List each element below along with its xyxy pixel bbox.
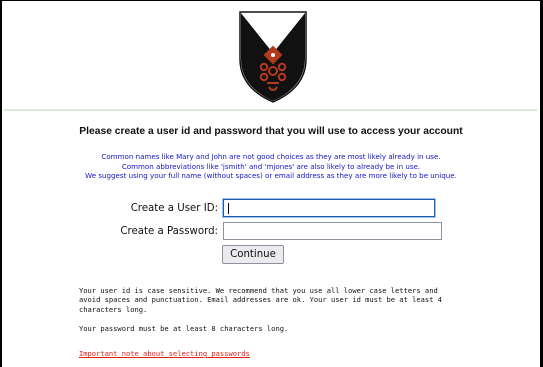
advice-line: Common names like Mary and John are not … — [101, 152, 441, 161]
user-id-label: Create a User ID: — [130, 203, 218, 214]
advice-line: Common abbreviations like 'jsmith' and '… — [121, 161, 421, 171]
password-label: Create a Password: — [120, 226, 218, 237]
user-id-input[interactable] — [223, 199, 435, 217]
page-frame: Please create a user id and password tha… — [0, 0, 543, 367]
advice-text: Common names like Mary and John are not … — [2, 152, 540, 181]
page-heading: Please create a user id and password tha… — [79, 126, 463, 137]
header-divider — [4, 109, 537, 111]
shield-crest-icon — [239, 11, 307, 103]
user-id-note: Your user id is case sensitive. We recom… — [79, 286, 443, 314]
continue-button[interactable]: Continue — [222, 245, 284, 264]
password-note: Your password must be at least 8 charact… — [79, 324, 289, 333]
text-caret — [228, 203, 229, 214]
advice-line: We suggest using your full name (without… — [85, 171, 457, 181]
password-input[interactable] — [223, 222, 442, 240]
password-tips-link[interactable]: Important note about selecting passwords — [79, 349, 250, 358]
